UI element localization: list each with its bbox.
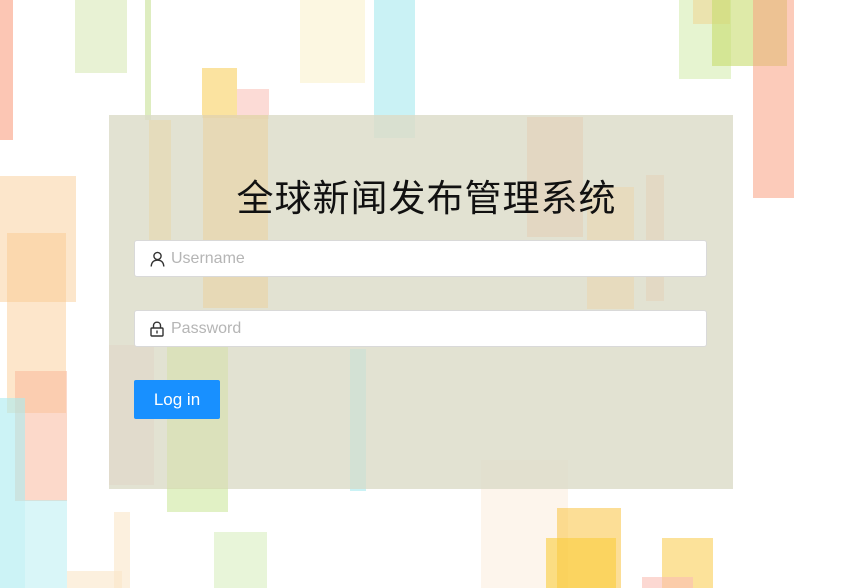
bg-shape — [145, 0, 151, 120]
bg-shape — [202, 68, 237, 118]
bg-shape — [300, 0, 365, 83]
bg-shape — [25, 500, 67, 588]
bg-shape — [546, 538, 616, 588]
page-title: 全球新闻发布管理系统 — [236, 177, 617, 220]
username-field[interactable] — [134, 240, 707, 277]
bg-shape — [350, 489, 366, 491]
password-input[interactable] — [171, 311, 706, 346]
username-input[interactable] — [171, 241, 706, 276]
password-field[interactable] — [134, 310, 707, 347]
bg-shape — [642, 577, 693, 588]
panel-shape — [350, 349, 366, 489]
bg-shape — [0, 398, 25, 588]
user-icon — [149, 251, 165, 267]
bg-shape — [75, 0, 127, 73]
login-button[interactable]: Log in — [134, 380, 220, 419]
lock-icon — [149, 320, 165, 337]
bg-shape — [214, 532, 267, 588]
bg-shape — [167, 488, 228, 512]
bg-shape — [114, 512, 130, 588]
bg-shape — [0, 0, 13, 140]
